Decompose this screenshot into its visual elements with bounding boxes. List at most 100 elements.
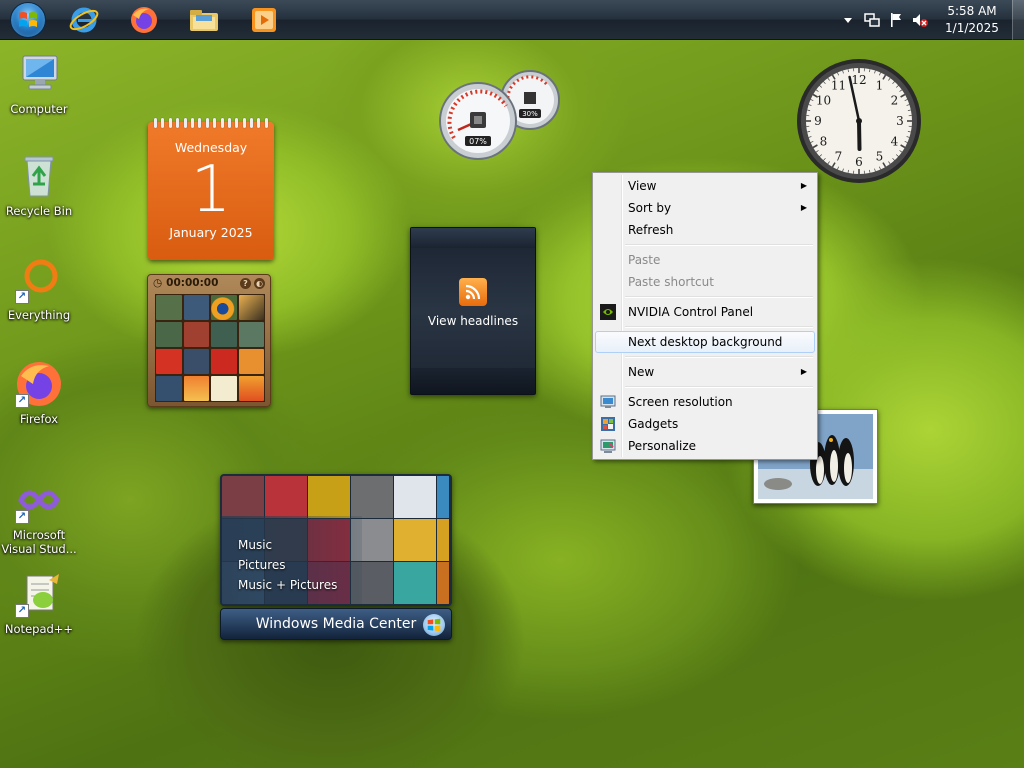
taskbar-firefox[interactable] bbox=[122, 2, 166, 38]
show-desktop-button[interactable] bbox=[1012, 0, 1024, 40]
menu-item-sort-by[interactable]: Sort by ▶ bbox=[595, 197, 815, 219]
shortcut-arrow-icon: ↗ bbox=[15, 604, 29, 618]
puzzle-toolbar: ◷ 00:00:00 ? ◐ bbox=[148, 275, 270, 291]
calendar-gadget[interactable]: Wednesday 1 January 2025 bbox=[148, 118, 274, 260]
puzzle-tile[interactable] bbox=[183, 295, 209, 320]
menu-item-gadgets[interactable]: Gadgets bbox=[595, 413, 815, 435]
feed-headlines-gadget[interactable]: View headlines bbox=[410, 227, 536, 395]
puzzle-tile[interactable] bbox=[183, 349, 209, 374]
clock-numeral: 3 bbox=[896, 114, 904, 128]
clock-gadget[interactable]: 1 2 3 4 5 6 7 8 9 10 11 12 bbox=[796, 58, 922, 184]
puzzle-tile[interactable] bbox=[238, 349, 264, 374]
puzzle-tile[interactable] bbox=[211, 349, 237, 374]
picture-puzzle-gadget[interactable]: ◷ 00:00:00 ? ◐ bbox=[147, 274, 271, 407]
menu-item-screen-resolution[interactable]: Screen resolution bbox=[595, 391, 815, 413]
submenu-arrow-icon: ▶ bbox=[800, 181, 807, 190]
menu-item-next-desktop-background[interactable]: Next desktop background bbox=[595, 331, 815, 353]
desktop-icon-label: Notepad++ bbox=[4, 622, 74, 636]
clock-numeral: 11 bbox=[831, 79, 846, 93]
media-center-item-pictures[interactable]: Pictures bbox=[238, 558, 286, 572]
menu-separator bbox=[625, 383, 815, 391]
menu-item-nvidia-control-panel[interactable]: NVIDIA Control Panel bbox=[595, 301, 815, 323]
firefox-icon: ↗ bbox=[15, 360, 63, 408]
puzzle-tile[interactable] bbox=[211, 376, 237, 401]
menu-item-label: New bbox=[628, 365, 655, 379]
firefox-icon bbox=[131, 6, 157, 33]
notepad-plus-plus-icon: ↗ bbox=[15, 570, 63, 618]
desktop-icon-visual-studio[interactable]: ↗ Microsoft Visual Stud... bbox=[1, 476, 77, 556]
shortcut-arrow-icon: ↗ bbox=[15, 394, 29, 408]
gadgets-icon bbox=[601, 417, 615, 431]
everything-icon: ↗ bbox=[15, 256, 63, 304]
desktop-icon-computer[interactable]: Computer bbox=[1, 50, 77, 116]
media-center-gadget[interactable]: Music Pictures Music + Pictures Windows … bbox=[220, 474, 452, 640]
start-button[interactable] bbox=[10, 1, 46, 38]
clock-numeral: 8 bbox=[820, 135, 828, 149]
taskbar-windows-explorer[interactable] bbox=[182, 2, 226, 38]
desktop-icon-everything[interactable]: ↗ Everything bbox=[1, 256, 77, 322]
menu-item-label: Refresh bbox=[628, 223, 674, 237]
taskbar: 5:58 AM 1/1/2025 bbox=[0, 0, 1024, 40]
network-icon[interactable] bbox=[864, 12, 880, 28]
menu-separator bbox=[625, 353, 815, 361]
menu-item-personalize[interactable]: Personalize bbox=[595, 435, 815, 457]
puzzle-solve-icon[interactable]: ◐ bbox=[254, 277, 265, 289]
media-center-title: Windows Media Center bbox=[255, 616, 417, 632]
puzzle-tile[interactable] bbox=[238, 295, 264, 320]
clock-numeral: 1 bbox=[876, 79, 884, 93]
nvidia-icon bbox=[600, 304, 616, 320]
calendar-month-year: January 2025 bbox=[169, 225, 253, 240]
show-hidden-icons-arrow-icon[interactable] bbox=[840, 12, 856, 28]
cpu-gauge: 07% bbox=[439, 82, 517, 160]
media-center-item-music[interactable]: Music bbox=[238, 538, 272, 552]
puzzle-tile[interactable] bbox=[183, 322, 209, 347]
menu-item-label: Personalize bbox=[628, 439, 697, 453]
puzzle-tile[interactable] bbox=[156, 349, 182, 374]
desktop-icon-label: Computer bbox=[10, 102, 68, 116]
clock-numeral: 10 bbox=[816, 94, 831, 108]
clock-numeral: 7 bbox=[835, 150, 843, 164]
clock-numeral: 12 bbox=[851, 73, 866, 87]
submenu-arrow-icon: ▶ bbox=[800, 367, 807, 376]
desktop-icon-label: Recycle Bin bbox=[5, 204, 73, 218]
menu-item-new[interactable]: New ▶ bbox=[595, 361, 815, 383]
recycle-bin-icon bbox=[15, 152, 63, 200]
media-center-title-bar[interactable]: Windows Media Center bbox=[220, 608, 452, 640]
menu-item-refresh[interactable]: Refresh bbox=[595, 219, 815, 241]
rss-icon bbox=[459, 278, 487, 306]
media-center-tiles: Music Pictures Music + Pictures bbox=[220, 474, 452, 606]
puzzle-tile[interactable] bbox=[238, 376, 264, 401]
cpu-meter-gadget[interactable]: 30% 07% bbox=[436, 68, 566, 160]
puzzle-timer: 00:00:00 bbox=[166, 277, 219, 289]
windows-logo-icon bbox=[423, 614, 445, 636]
stopwatch-icon: ◷ bbox=[153, 277, 163, 289]
puzzle-tile[interactable] bbox=[183, 376, 209, 401]
clock-numeral: 4 bbox=[891, 135, 899, 149]
clock-numeral: 5 bbox=[876, 150, 884, 164]
media-center-item-music-pictures[interactable]: Music + Pictures bbox=[238, 578, 337, 592]
puzzle-tile[interactable] bbox=[156, 295, 182, 320]
menu-item-label: View bbox=[628, 179, 657, 193]
desktop-icon-recycle-bin[interactable]: Recycle Bin bbox=[1, 152, 77, 218]
desktop-context-menu: View ▶ Sort by ▶ Refresh Paste Paste sho… bbox=[592, 172, 818, 460]
puzzle-tile[interactable] bbox=[211, 295, 237, 320]
view-headlines-link[interactable]: View headlines bbox=[411, 314, 535, 328]
menu-item-label: Paste bbox=[628, 253, 661, 267]
puzzle-tile[interactable] bbox=[238, 322, 264, 347]
desktop-icon-notepad-plus-plus[interactable]: ↗ Notepad++ bbox=[1, 570, 77, 636]
desktop-icon-firefox[interactable]: ↗ Firefox bbox=[1, 360, 77, 426]
puzzle-tile[interactable] bbox=[211, 322, 237, 347]
puzzle-tile[interactable] bbox=[156, 376, 182, 401]
taskbar-media-player[interactable] bbox=[242, 2, 286, 38]
visual-studio-icon: ↗ bbox=[15, 476, 63, 524]
shortcut-arrow-icon: ↗ bbox=[15, 510, 29, 524]
taskbar-clock[interactable]: 5:58 AM 1/1/2025 bbox=[944, 3, 1000, 37]
action-center-flag-icon[interactable] bbox=[888, 12, 904, 28]
taskbar-internet-explorer[interactable] bbox=[62, 2, 106, 38]
puzzle-help-icon[interactable]: ? bbox=[240, 277, 251, 289]
menu-item-label: Sort by bbox=[628, 201, 672, 215]
puzzle-tile[interactable] bbox=[156, 322, 182, 347]
menu-item-view[interactable]: View ▶ bbox=[595, 175, 815, 197]
shortcut-arrow-icon: ↗ bbox=[15, 290, 29, 304]
volume-muted-icon[interactable] bbox=[912, 12, 928, 28]
